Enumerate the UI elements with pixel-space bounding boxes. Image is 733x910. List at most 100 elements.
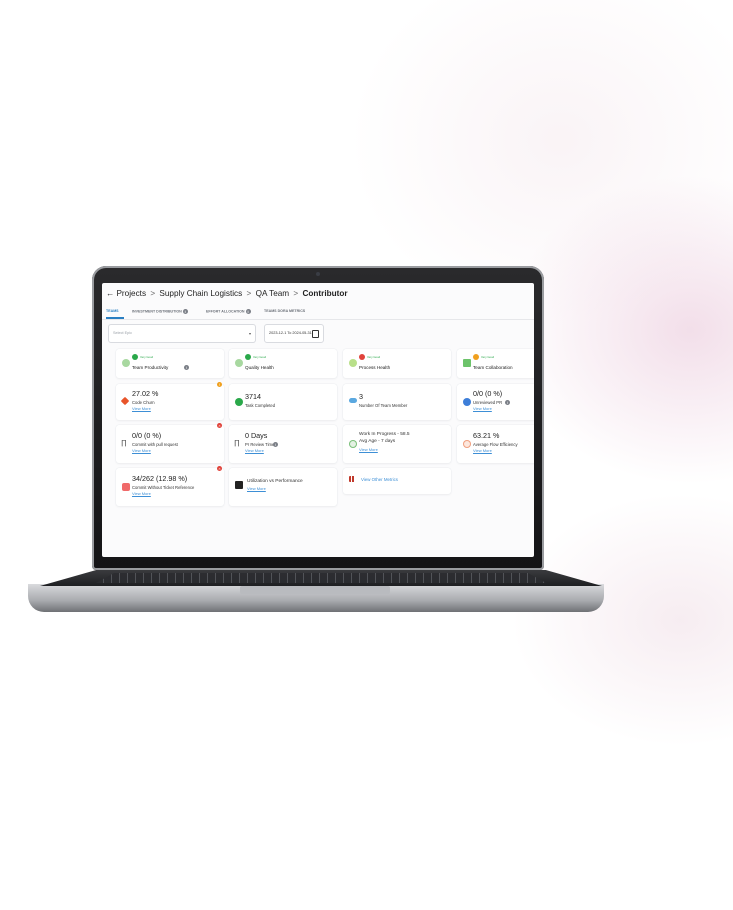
metric-card-work-in-progress[interactable]: Work In Progress - 58.5 Avg Age - 7 days… — [343, 425, 451, 463]
tab-investment-distribution[interactable]: INVESTMENT DISTRIBUTION i — [132, 309, 188, 314]
info-icon[interactable]: i — [182, 309, 188, 314]
collaboration-icon — [463, 359, 471, 367]
metric-card-utilization-vs-performance[interactable]: Utilization vs Performance View More — [229, 468, 337, 506]
info-icon[interactable]: i — [184, 365, 189, 370]
diamond-icon — [120, 396, 130, 406]
metric-value: 3714 — [245, 392, 261, 401]
health-card-process-health[interactable]: Very Good Process Health — [343, 349, 451, 378]
metric-label: Commit with pull request — [132, 442, 178, 447]
epic-select-placeholder: Select Epic — [113, 331, 132, 335]
metric-label: Utilization vs Performance — [247, 479, 303, 484]
calendar-icon[interactable] — [312, 330, 319, 338]
view-more-link[interactable]: View More — [247, 486, 266, 491]
metric-label: Pr Review Time — [245, 442, 275, 447]
date-range-value: 2023-12-1 To 2024-05-31 — [269, 331, 312, 335]
error-icon: × — [217, 466, 222, 471]
laptop-lid: ← Projects > Supply Chain Logistics > QA… — [92, 266, 544, 570]
info-icon[interactable]: i — [273, 442, 278, 447]
breadcrumb: ← Projects > Supply Chain Logistics > QA… — [106, 289, 348, 298]
process-icon — [349, 359, 357, 367]
view-more-link[interactable]: View More — [473, 448, 492, 453]
view-other-metrics-card[interactable]: View Other Metrics — [343, 468, 451, 494]
metric-card-team-members[interactable]: 3 Number Of Team Member — [343, 384, 451, 420]
breadcrumb-separator: > — [293, 289, 299, 298]
breadcrumb-projects[interactable]: Projects — [116, 289, 146, 298]
pr-icon — [463, 398, 471, 406]
metric-label: Task Completed — [245, 403, 276, 408]
back-arrow-icon[interactable]: ← — [106, 289, 114, 298]
epic-select[interactable]: Select Epic ▾ — [108, 324, 256, 343]
metric-card-unreviewed-pr[interactable]: 0/0 (0 %) Unreviewed PR i View More — [457, 384, 534, 420]
breadcrumb-separator: > — [246, 289, 252, 298]
metric-value: 34/262 (12.98 %) — [132, 474, 188, 483]
view-more-link[interactable]: View More — [132, 448, 151, 453]
wip-value: Work In Progress - 58.5 — [359, 432, 410, 437]
metric-value: 63.21 % — [473, 431, 500, 440]
metric-card-pr-review-time[interactable]: ∏ 0 Days Pr Review Time i View More — [229, 425, 337, 463]
view-more-link[interactable]: View More — [473, 406, 492, 411]
breadcrumb-team[interactable]: QA Team — [256, 289, 290, 298]
metric-label: Number Of Team Member — [359, 403, 408, 408]
branch-icon: ∏ — [234, 440, 240, 447]
breadcrumb-current: Contributor — [302, 289, 348, 298]
view-more-link[interactable]: View More — [132, 406, 151, 411]
warning-icon: ! — [217, 382, 222, 387]
card-title: Quality Health — [245, 365, 274, 370]
status-check-icon — [132, 354, 138, 360]
view-more-link[interactable]: View More — [132, 491, 151, 496]
metric-value: 0/0 (0 %) — [473, 389, 503, 398]
view-more-link[interactable]: View More — [245, 448, 264, 453]
metric-label: Commit Without Ticket Reference — [132, 485, 195, 490]
view-more-link[interactable]: View More — [359, 447, 378, 452]
status-x-icon — [359, 354, 365, 360]
status-label: Very Good — [140, 355, 154, 359]
info-icon[interactable]: i — [505, 400, 510, 405]
metric-card-task-completed[interactable]: 3714 Task Completed — [229, 384, 337, 420]
chevron-down-icon: ▾ — [248, 331, 251, 336]
active-tab-indicator — [106, 317, 124, 319]
breadcrumb-project[interactable]: Supply Chain Logistics — [159, 289, 242, 298]
metric-card-code-churn[interactable]: ! 27.02 % Code Churn View More — [116, 382, 224, 420]
productivity-icon — [122, 359, 130, 367]
info-icon[interactable]: i — [245, 309, 251, 314]
tab-label: EFFORT ALLOCATION — [206, 309, 245, 314]
breadcrumb-separator: > — [150, 289, 156, 298]
people-icon — [349, 398, 357, 403]
metric-card-commit-without-ticket[interactable]: × 34/262 (12.98 %) Commit Without Ticket… — [116, 466, 224, 506]
tab-label: INVESTMENT DISTRIBUTION — [132, 309, 182, 314]
laptop-keyboard — [96, 573, 546, 583]
card-title: Team Productivity — [132, 365, 169, 370]
grid-icon — [349, 476, 355, 482]
date-range-picker[interactable]: 2023-12-1 To 2024-05-31 — [264, 324, 324, 343]
status-label: Very Good — [481, 355, 495, 359]
webcam-icon — [316, 272, 320, 276]
metric-value: 0/0 (0 %) — [132, 431, 162, 440]
error-icon: × — [217, 423, 222, 428]
laptop-screen: ← Projects > Supply Chain Logistics > QA… — [102, 283, 534, 557]
tab-teams-dora-metrics[interactable]: TEAMS DORA METRICS — [264, 309, 305, 313]
card-title: Process Health — [359, 365, 391, 370]
metric-value: 0 Days — [245, 431, 268, 440]
metric-label: Unreviewed PR — [473, 400, 503, 405]
branch-icon: ∏ — [121, 440, 127, 447]
tab-bar: TEAMS INVESTMENT DISTRIBUTION i EFFORT A… — [102, 305, 534, 320]
health-card-team-productivity[interactable]: Very Good Team Productivity i — [116, 349, 224, 378]
metric-card-flow-efficiency[interactable]: 63.21 % Average Flow Efficiency View Mor… — [457, 425, 534, 463]
metric-label: Code Churn — [132, 400, 155, 405]
progress-icon — [349, 440, 357, 448]
status-check-icon — [245, 354, 251, 360]
view-other-metrics-link[interactable]: View Other Metrics — [361, 477, 398, 482]
status-label: Very Good — [253, 355, 267, 359]
metric-card-commit-with-pr[interactable]: × ∏ 0/0 (0 %) Commit with pull request V… — [116, 423, 224, 463]
metric-value: 3 — [359, 392, 363, 401]
status-label: Very Good — [367, 355, 381, 359]
metric-value: 27.02 % — [132, 389, 159, 398]
tab-teams[interactable]: TEAMS — [106, 309, 119, 313]
tab-effort-allocation[interactable]: EFFORT ALLOCATION i — [206, 309, 251, 314]
flow-icon — [463, 440, 471, 448]
avg-age-value: Avg Age - 7 days — [359, 439, 396, 444]
health-card-team-collaboration[interactable]: Very Good Team Collaboration — [457, 349, 534, 378]
card-title: Team Collaboration — [473, 365, 513, 370]
ticket-icon — [122, 483, 130, 491]
health-card-quality-health[interactable]: Very Good Quality Health — [229, 349, 337, 378]
